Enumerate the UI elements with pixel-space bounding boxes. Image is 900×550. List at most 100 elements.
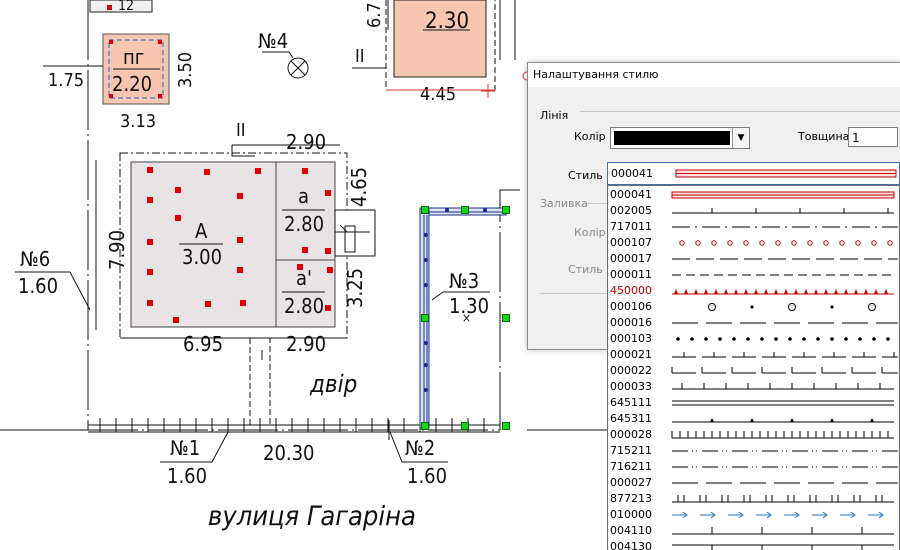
color-label: Колір (574, 130, 606, 143)
frontage-dim: 20.30 (263, 441, 315, 465)
section-mark-top: II (355, 46, 365, 67)
style-list-item[interactable]: 000011 (608, 267, 899, 283)
style-code: 645311 (610, 412, 652, 425)
style-code: 000041 (610, 188, 652, 201)
style-code: 000107 (610, 236, 652, 249)
style-code: 002005 (610, 204, 652, 217)
style-preview (708, 303, 876, 311)
section-mark-main: II (236, 120, 246, 141)
style-code: 717011 (610, 220, 652, 233)
line-section-separator (580, 111, 900, 112)
street-name: вулиця Гагаріна (208, 501, 416, 532)
main-left-dim: 7.90 (105, 230, 129, 270)
style-code: 715211 (610, 444, 652, 457)
style-list-item[interactable]: 000041 (608, 187, 899, 203)
color-swatch (614, 131, 730, 145)
style-preview (672, 226, 898, 228)
style-list-item[interactable]: 000021 (608, 347, 899, 363)
pg-right-dim: 3.50 (175, 52, 196, 88)
style-list-item[interactable]: 002005 (608, 203, 899, 219)
style-code: 000103 (610, 332, 652, 345)
style-list-item[interactable]: 004110 (608, 523, 899, 539)
selected-style-code: 000041 (611, 167, 653, 180)
color-dropdown[interactable]: ▼ (610, 127, 750, 149)
style-list-item[interactable]: 000103 (608, 331, 899, 347)
chevron-down-icon[interactable]: ▼ (732, 128, 749, 148)
fill-style-label: Стиль (568, 263, 603, 276)
main-bottom-left-dim: 6.95 (183, 332, 223, 356)
style-preview (672, 383, 894, 390)
style-code: 000027 (610, 476, 652, 489)
room-a-value: 2.80 (284, 212, 324, 236)
style-code: 010000 (610, 508, 652, 521)
n6-value: 1.60 (18, 274, 58, 298)
top-building-number: 2.30 (425, 9, 469, 34)
n3-label: №3 (449, 269, 479, 293)
thickness-label: Товщина (798, 130, 850, 143)
style-code: 000106 (610, 300, 652, 313)
style-code: 000033 (610, 380, 652, 393)
style-list-item[interactable]: 645111 (608, 395, 899, 411)
fill-color-label: Колір (574, 226, 606, 239)
style-list-item[interactable]: 000022 (608, 363, 899, 379)
side-right-dim2: 3.25 (343, 268, 367, 308)
style-preview (672, 400, 894, 406)
thickness-input[interactable]: 1 (848, 127, 898, 147)
style-list-item[interactable]: 000016 (608, 315, 899, 331)
style-code: 004110 (610, 524, 652, 537)
style-code: 645111 (610, 396, 652, 409)
style-preview (672, 466, 898, 468)
main-bottom-right-dim: 2.90 (286, 332, 326, 356)
style-preview (672, 511, 884, 519)
style-code: 000017 (610, 252, 652, 265)
main-top-dim: 2.90 (286, 130, 326, 154)
style-preview (672, 418, 894, 423)
style-preview (672, 482, 898, 484)
style-preview (672, 289, 894, 295)
style-preview (672, 352, 898, 358)
style-code: 000021 (610, 348, 652, 361)
style-list-item[interactable]: 450000 (608, 283, 899, 299)
style-list-item[interactable]: 000107 (608, 235, 899, 251)
n1-label: №1 (170, 436, 200, 460)
pg-bottom-label: 2.20 (112, 72, 152, 96)
style-list-item[interactable]: 004130 (608, 539, 899, 550)
n2-label: №2 (405, 436, 435, 460)
style-list-item[interactable]: 000027 (608, 475, 899, 491)
selected-style-preview (675, 169, 897, 178)
style-preview (672, 450, 898, 452)
style-list-item[interactable]: 000028 (608, 427, 899, 443)
n1-value: 1.60 (167, 464, 207, 488)
style-list-item[interactable]: 645311 (608, 411, 899, 427)
top-building-dim: 6.7 (364, 2, 385, 28)
n2-value: 1.60 (407, 464, 447, 488)
style-label: Стиль (568, 169, 603, 182)
style-code: 716211 (610, 460, 652, 473)
style-code: 000022 (610, 364, 652, 377)
room-a-letter: а (298, 184, 309, 208)
style-list-item[interactable]: 877213 (608, 491, 899, 507)
style-list-item[interactable]: 715211 (608, 443, 899, 459)
style-preview (672, 274, 891, 276)
style-list-item[interactable]: 716211 (608, 459, 899, 475)
style-list-item[interactable]: 010000 (608, 507, 899, 523)
style-list-item[interactable]: 000033 (608, 379, 899, 395)
style-list-item[interactable]: 000017 (608, 251, 899, 267)
fill-section-label: Заливка (540, 197, 588, 210)
building-a-value: 3.00 (182, 245, 222, 269)
side-right-dim: 4.65 (347, 167, 371, 207)
style-list-item[interactable]: 000106 (608, 299, 899, 315)
style-dropdown[interactable]: 000041 (607, 162, 900, 185)
style-code: 004130 (610, 540, 652, 550)
dialog-title[interactable]: Налаштування стилю (528, 63, 900, 87)
building-a-letter: А (195, 219, 208, 243)
style-code: 000028 (610, 428, 652, 441)
pg-below-dim: 3.13 (120, 111, 156, 132)
top-building-bottom-dim: 4.45 (420, 84, 456, 105)
style-preview (672, 495, 894, 503)
pg-left-dim: 1.75 (48, 70, 84, 91)
style-list[interactable]: 000041 002005 717011 000107 000017 000011 4500… (607, 185, 900, 550)
room-a2-letter: а' (296, 266, 312, 290)
style-list-item[interactable]: 717011 (608, 219, 899, 235)
pg-top-label: пг (123, 45, 144, 69)
